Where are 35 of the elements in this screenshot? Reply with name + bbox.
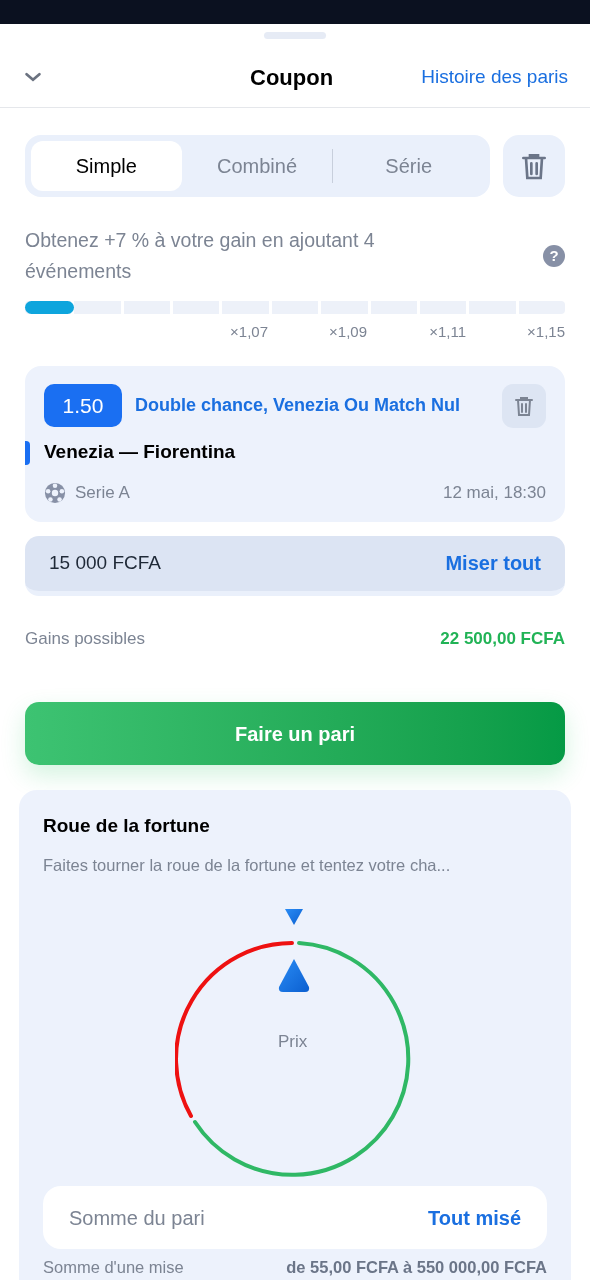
multiplier-label: ×1,11 <box>429 322 466 342</box>
bet-type-tab[interactable]: Série <box>333 141 484 191</box>
prize-label: Prix <box>278 1031 308 1054</box>
multiplier-label: ×1,15 <box>527 322 565 342</box>
drag-handle[interactable] <box>264 32 326 39</box>
bet-range-label: Somme d'une mise <box>43 1257 184 1279</box>
bet-type-tab[interactable]: Simple <box>31 141 182 191</box>
league-name: Serie A <box>74 482 130 504</box>
wheel-title: Roue de la fortune <box>43 814 211 838</box>
wheel-subtitle: Faites tourner la roue de la fortune et tentez votre cha... <box>43 854 452 876</box>
bet-history-link[interactable]: Histoire des paris <box>421 62 568 92</box>
winnings-value: 22 500,00 FCFA <box>440 627 565 650</box>
clear-coupon-button[interactable] <box>503 135 565 197</box>
sheet-title: Coupon <box>250 63 334 92</box>
bet-type-tab[interactable]: Combiné <box>181 141 333 191</box>
all-in-button[interactable]: Tout misé <box>428 1202 521 1233</box>
market-name: Double chance, Venezia Ou Match Nul <box>135 394 462 417</box>
match-time: 12 mai, 18:30 <box>443 482 546 504</box>
winnings-label: Gains possibles <box>25 627 145 650</box>
place-bet-button[interactable]: Faire un pari <box>25 702 565 765</box>
multiplier-label: ×1,09 <box>329 322 367 342</box>
stake-field[interactable]: 15 000 FCFA Miser tout <box>25 535 565 596</box>
help-icon[interactable]: ? <box>543 245 565 267</box>
bet-range-value: de 55,00 FCFA à 550 000,00 FCFA <box>286 1257 547 1279</box>
match-name: Venezia — Fiorentina <box>44 439 237 464</box>
bet-amount-input[interactable]: Somme du pari <box>69 1202 429 1233</box>
bet-amount-field[interactable]: Somme du pari Tout misé <box>43 1186 547 1250</box>
multiplier-label: ×1,07 <box>230 322 268 342</box>
odds-badge: 1.50 <box>44 384 122 427</box>
remove-bet-button[interactable] <box>502 383 546 428</box>
soccer-ball-icon <box>44 481 66 504</box>
promo-text: Obtenez +7 % à votre gain en ajoutant 4 événements <box>25 228 376 284</box>
selection-marker <box>25 440 30 465</box>
bet-all-button[interactable]: Miser tout <box>445 548 541 578</box>
stake-input[interactable]: 15 000 FCFA <box>49 548 446 578</box>
